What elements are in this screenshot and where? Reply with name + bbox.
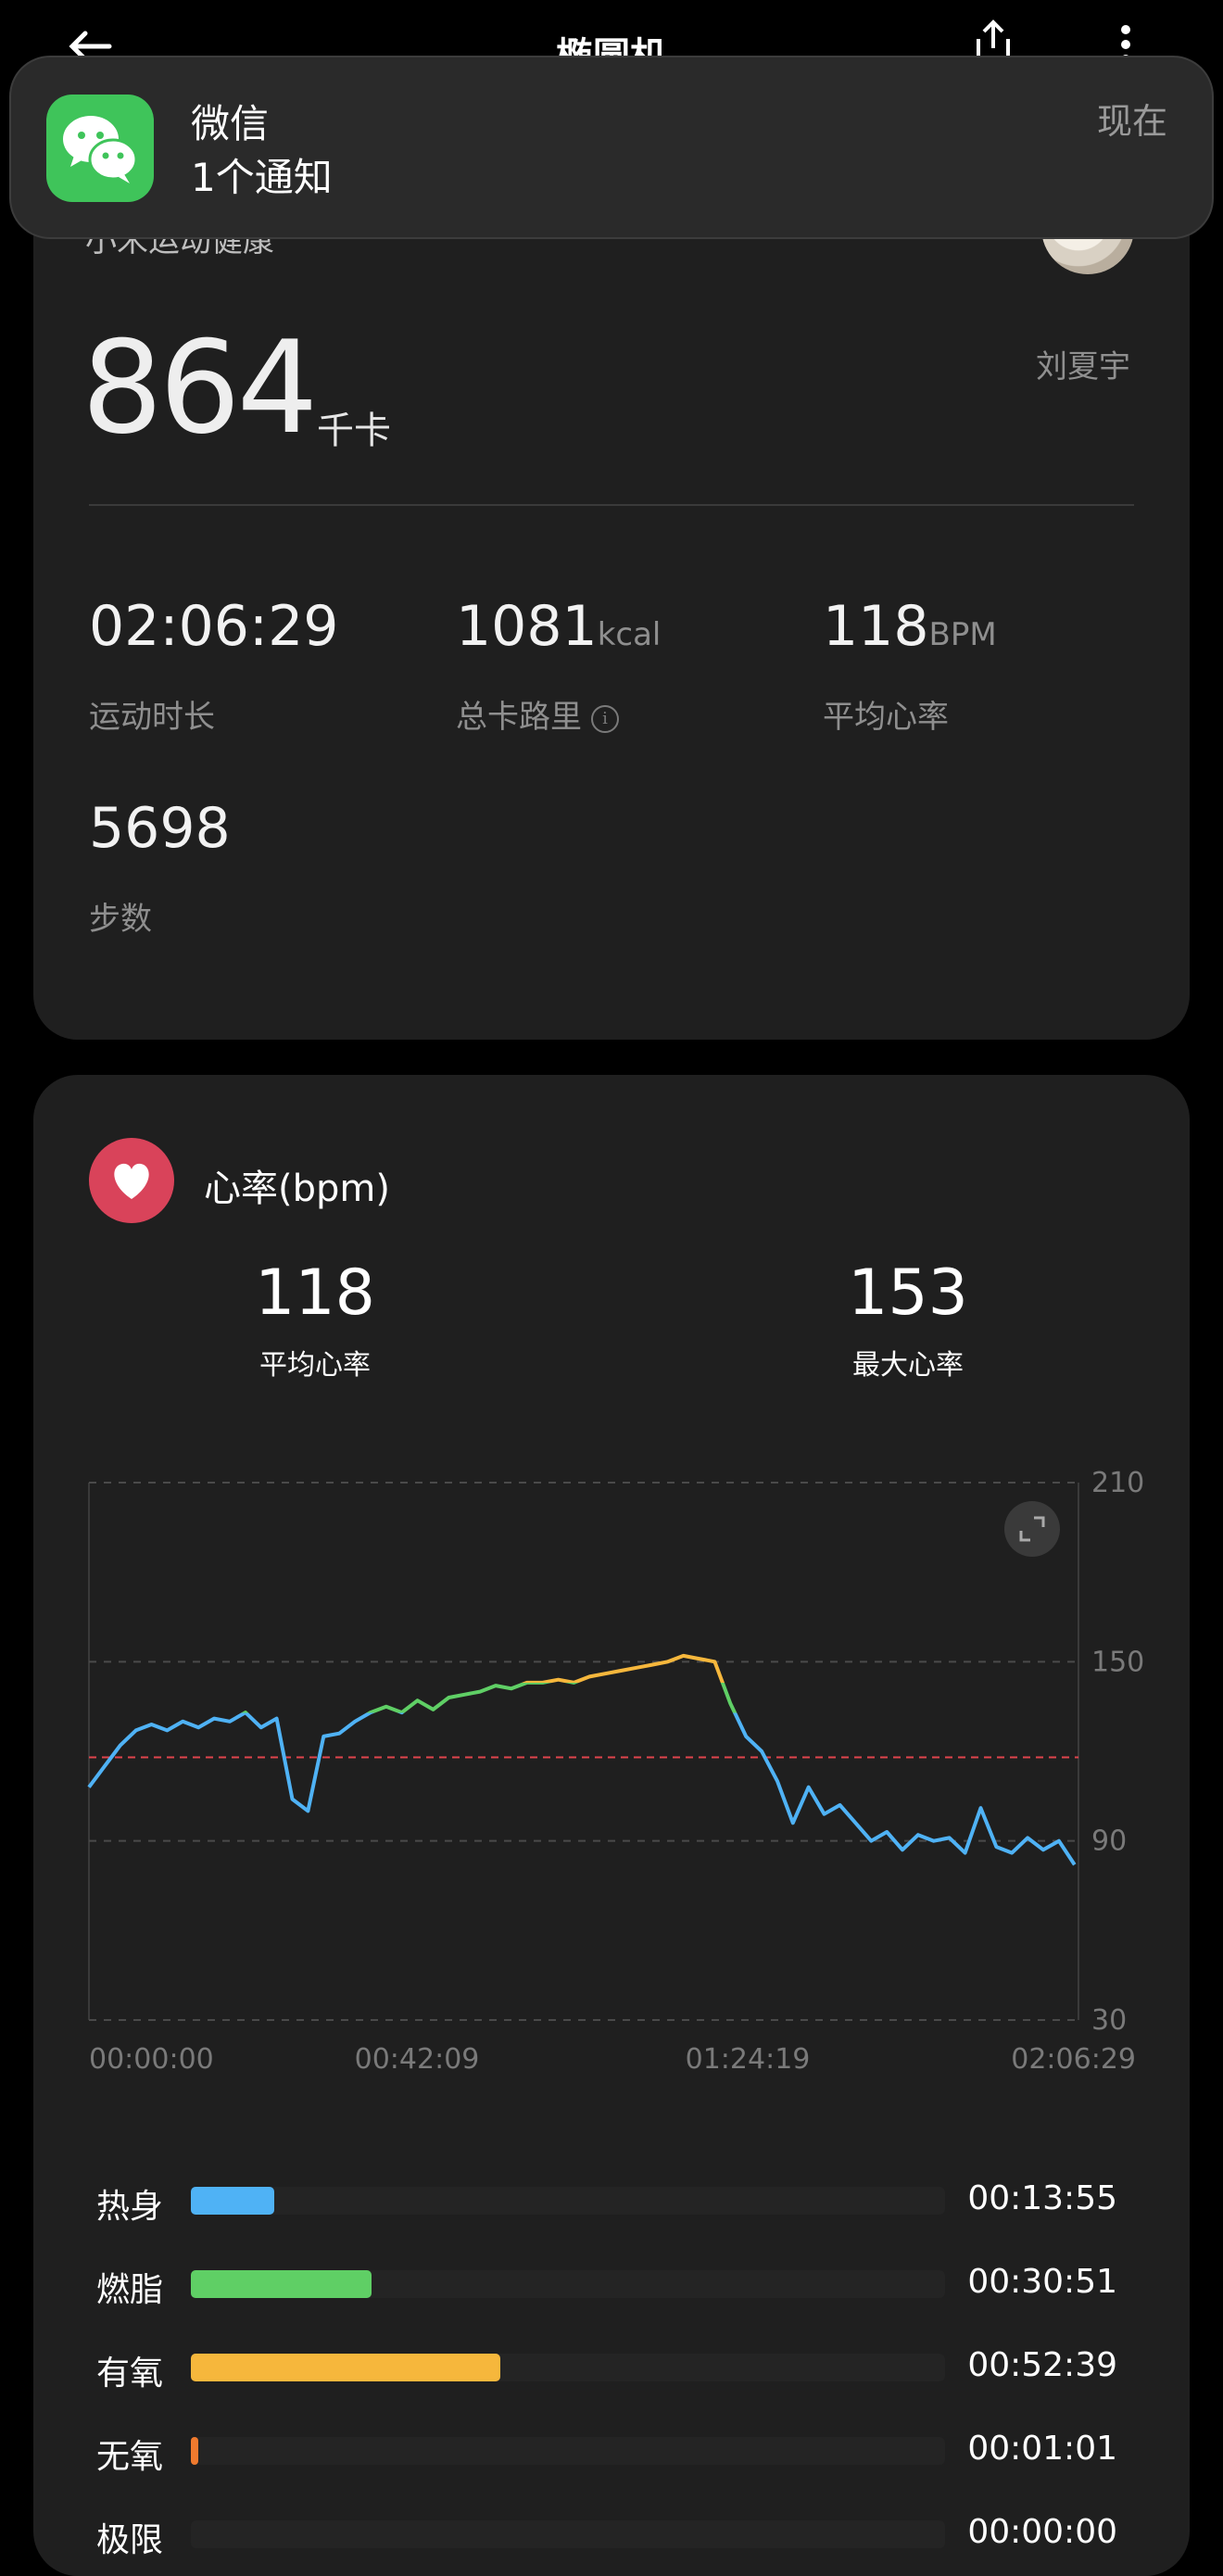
info-icon[interactable]: i	[591, 704, 619, 733]
stat-unit: BPM	[928, 616, 997, 653]
zone-time: 00:00:00	[967, 2513, 1117, 2551]
wechat-icon	[46, 95, 154, 202]
zone-track	[191, 2437, 945, 2465]
zone-bar	[191, 2270, 372, 2298]
max-heart-rate-label: 最大心率	[852, 1349, 964, 1382]
notification-title: 微信	[191, 101, 270, 146]
max-heart-rate-value: 153	[848, 1256, 968, 1330]
stat-label-with-info: 总卡路里 i	[456, 691, 619, 737]
notification-message: 1个通知	[191, 155, 333, 200]
calories-value: 864	[82, 313, 318, 462]
x-tick-label: 02:06:29	[1011, 2043, 1136, 2076]
y-tick-label: 210	[1091, 1467, 1144, 1499]
stat-duration: 02:06:29	[89, 599, 338, 654]
stat-value: 118	[823, 594, 929, 659]
expand-icon[interactable]	[1004, 1501, 1060, 1557]
heart-rate-title: 心率(bpm)	[204, 1168, 390, 1210]
stat-value: 02:06:29	[89, 594, 339, 659]
zone-bar	[191, 2187, 274, 2215]
avg-heart-rate-label: 平均心率	[259, 1349, 371, 1382]
stat-steps: 5698	[89, 801, 231, 856]
zone-time: 00:52:39	[967, 2346, 1117, 2384]
stat-label: 平均心率	[823, 699, 949, 736]
notification-time: 现在	[1096, 101, 1167, 142]
stat-label: 总卡路里	[456, 699, 582, 736]
zone-name: 燃脂	[96, 2271, 164, 2309]
zone-name: 无氧	[96, 2438, 164, 2476]
zone-bar	[191, 2437, 199, 2465]
zone-track	[191, 2354, 945, 2381]
divider	[89, 504, 1134, 506]
zone-time: 00:01:01	[967, 2430, 1117, 2468]
zone-time: 00:30:51	[967, 2263, 1117, 2301]
stat-label: 步数	[89, 901, 152, 938]
stat-total-calories: 1081kcal	[456, 599, 661, 654]
stat-avg-heart-rate: 118BPM	[823, 599, 997, 654]
y-tick-label: 150	[1091, 1646, 1144, 1678]
zone-track	[191, 2270, 945, 2298]
heart-icon	[89, 1138, 174, 1223]
x-tick-label: 00:00:00	[89, 2043, 214, 2076]
zone-name: 极限	[96, 2521, 164, 2559]
zone-track	[191, 2520, 945, 2548]
stat-value: 1081	[456, 594, 598, 659]
zone-bar	[191, 2354, 500, 2381]
heart-rate-line	[87, 1653, 1077, 1866]
stat-unit: kcal	[597, 616, 662, 653]
y-tick-label: 90	[1091, 1825, 1127, 1858]
zone-track	[191, 2187, 945, 2215]
avg-heart-rate-value: 118	[255, 1256, 375, 1330]
stat-label: 运动时长	[89, 699, 215, 736]
x-tick-label: 00:42:09	[355, 2043, 480, 2076]
x-tick-label: 01:24:19	[686, 2043, 811, 2076]
heart-rate-chart: 210 150 90 30 00:00:00 00:42:09 01:24:19 02:06:…	[87, 1467, 1144, 2076]
zone-name: 有氧	[96, 2355, 164, 2393]
zone-time: 00:13:55	[967, 2179, 1117, 2217]
zone-name: 热身	[96, 2188, 164, 2226]
calories-unit: 千卡	[317, 410, 391, 452]
y-tick-label: 30	[1091, 2004, 1127, 2037]
stat-value: 5698	[89, 796, 231, 861]
workout-summary-card	[33, 139, 1190, 1040]
user-name: 刘夏宇	[1036, 348, 1130, 385]
notification-banner[interactable]	[9, 56, 1214, 239]
